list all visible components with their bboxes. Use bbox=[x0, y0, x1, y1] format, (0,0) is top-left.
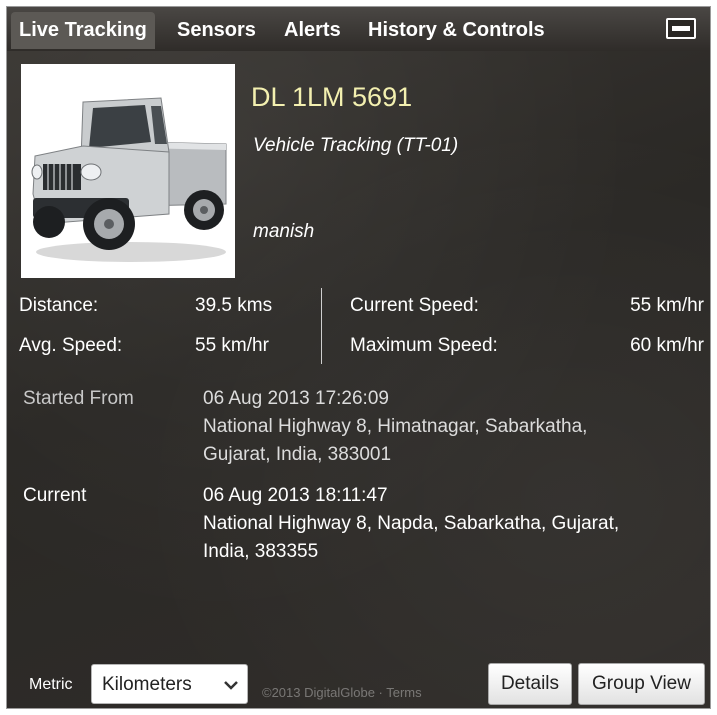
current-speed-value: 55 km/hr bbox=[630, 295, 704, 316]
current-speed-label: Current Speed: bbox=[350, 295, 479, 316]
tab-sensors[interactable]: Sensors bbox=[169, 12, 264, 49]
tab-live-tracking[interactable]: Live Tracking bbox=[11, 12, 155, 49]
current-time: 06 Aug 2013 18:11:47 bbox=[203, 485, 388, 506]
start-label: Started From bbox=[23, 388, 134, 409]
map-attribution: ©2013 DigitalGlobe · Terms bbox=[262, 685, 422, 700]
distance-value: 39.5 kms bbox=[195, 295, 273, 316]
tab-alerts[interactable]: Alerts bbox=[276, 12, 349, 49]
tab-history-controls[interactable]: History & Controls bbox=[360, 12, 553, 49]
metric-select[interactable]: Kilometers bbox=[91, 664, 248, 704]
max-speed-value: 60 km/hr bbox=[630, 335, 704, 356]
minimize-button[interactable] bbox=[666, 18, 696, 39]
max-speed-label: Maximum Speed: bbox=[350, 335, 498, 356]
metric-label: Metric bbox=[29, 676, 73, 693]
vehicle-subtitle: Vehicle Tracking (TT-01) bbox=[253, 135, 459, 156]
minimize-icon bbox=[672, 26, 690, 31]
pickup-truck-image bbox=[31, 97, 227, 262]
start-address-line1: National Highway 8, Himatnagar, Sabarkat… bbox=[203, 416, 588, 437]
start-address-line2: Gujarat, India, 383001 bbox=[203, 444, 392, 465]
distance-label: Distance: bbox=[19, 295, 99, 316]
vehicle-photo bbox=[21, 64, 235, 278]
avg-speed-label: Avg. Speed: bbox=[19, 335, 123, 356]
chevron-down-icon bbox=[224, 681, 238, 690]
current-address-line2: India, 383355 bbox=[203, 541, 319, 562]
driver-name: manish bbox=[253, 221, 315, 242]
current-address-line1: National Highway 8, Napda, Sabarkatha, G… bbox=[203, 513, 620, 534]
stats-divider bbox=[321, 288, 322, 364]
start-time: 06 Aug 2013 17:26:09 bbox=[203, 388, 389, 409]
tab-bar: Live Tracking Sensors Alerts History & C… bbox=[7, 7, 710, 51]
avg-speed-value: 55 km/hr bbox=[195, 335, 269, 356]
current-label: Current bbox=[23, 485, 87, 506]
vehicle-plate: DL 1LM 5691 bbox=[251, 82, 413, 112]
vehicle-tracking-panel: Live Tracking Sensors Alerts History & C… bbox=[6, 6, 711, 709]
details-button[interactable]: Details bbox=[488, 663, 572, 705]
metric-select-value: Kilometers bbox=[102, 674, 192, 695]
group-view-button[interactable]: Group View bbox=[578, 663, 705, 705]
